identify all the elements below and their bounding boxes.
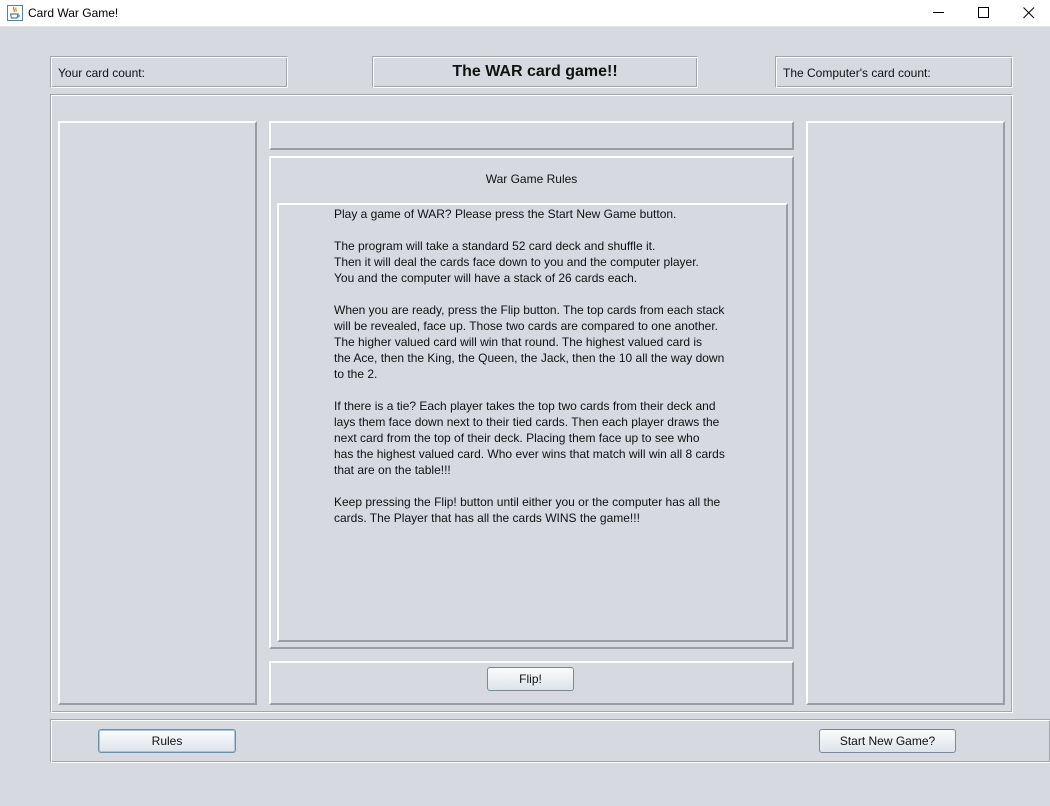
close-icon <box>1023 7 1035 19</box>
game-title-panel: The WAR card game!! <box>372 56 698 88</box>
rules-paragraph: Play a game of WAR? Please press the Sta… <box>334 207 677 221</box>
computer-card-count-label: The Computer's card count: <box>783 66 931 80</box>
flip-button[interactable]: Flip! <box>487 667 574 691</box>
player-card-area <box>58 121 257 705</box>
title-bar: Card War Game! <box>0 0 1050 27</box>
rules-heading: War Game Rules <box>485 172 578 186</box>
maximize-button[interactable] <box>961 0 1007 26</box>
rules-button[interactable]: Rules <box>98 729 236 753</box>
game-title: The WAR card game!! <box>452 63 618 80</box>
status-panel <box>269 121 794 150</box>
close-button[interactable] <box>1006 0 1050 26</box>
java-coffee-cup-icon <box>7 5 23 21</box>
rules-paragraph: The program will take a standard 52 card… <box>334 239 699 285</box>
rules-paragraph: Keep pressing the Flip! button until eit… <box>334 495 721 525</box>
computer-card-count-panel: The Computer's card count: <box>775 56 1013 88</box>
rules-text: Play a game of WAR? Please press the Sta… <box>334 206 754 542</box>
rules-paragraph: If there is a tie? Each player takes the… <box>334 399 725 477</box>
minimize-button[interactable] <box>916 0 962 26</box>
rules-paragraph: When you are ready, press the Flip butto… <box>334 303 725 381</box>
start-new-game-button[interactable]: Start New Game? <box>819 729 956 753</box>
your-card-count-label: Your card count: <box>58 66 145 80</box>
minimize-icon <box>933 12 944 13</box>
your-card-count-panel: Your card count: <box>50 56 288 88</box>
computer-card-area <box>806 121 1005 705</box>
maximize-icon <box>978 7 989 18</box>
window-title: Card War Game! <box>28 6 119 20</box>
